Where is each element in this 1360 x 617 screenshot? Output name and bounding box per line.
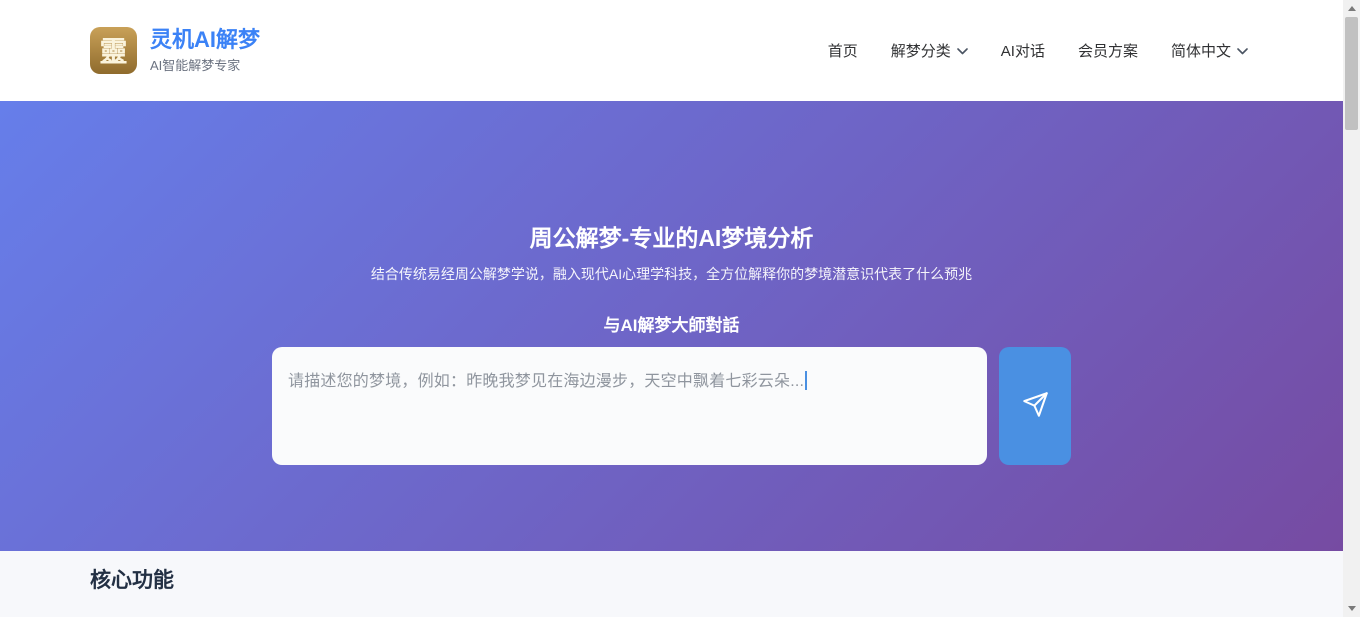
input-placeholder: 请描述您的梦境，例如：昨晚我梦见在海边漫步，天空中飘着七彩云朵... [288, 373, 804, 390]
nav-item-membership[interactable]: 会员方案 [1078, 40, 1138, 61]
nav-item-home[interactable]: 首页 [828, 40, 858, 61]
brand[interactable]: 靈 灵机AI解梦 AI智能解梦专家 [90, 27, 260, 74]
chevron-down-icon [1237, 48, 1248, 55]
hero-subtitle: 结合传统易经周公解梦学说，融入现代AI心理学科技，全方位解释你的梦境潜意识代表了… [0, 267, 1343, 281]
hero-title: 周公解梦-专业的AI梦境分析 [0, 227, 1343, 250]
text-caret [805, 371, 807, 390]
brand-subtitle: AI智能解梦专家 [150, 55, 260, 74]
chevron-down-icon [957, 48, 968, 55]
site-header: 靈 灵机AI解梦 AI智能解梦专家 首页 解梦分类 AI对话 会员方案 [0, 0, 1343, 101]
paper-plane-icon [1022, 391, 1049, 421]
features-section-title: 核心功能 [90, 564, 1343, 594]
nav-item-dream-categories[interactable]: 解梦分类 [891, 40, 968, 61]
brand-logo-icon: 靈 [90, 27, 137, 74]
chat-section-label: 与AI解梦大師對話 [0, 317, 1343, 334]
main-nav: 首页 解梦分类 AI对话 会员方案 简体中文 [828, 40, 1248, 61]
nav-item-label: 首页 [828, 40, 858, 61]
hero-section: 周公解梦-专业的AI梦境分析 结合传统易经周公解梦学说，融入现代AI心理学科技，… [0, 101, 1343, 551]
nav-item-label: 会员方案 [1078, 40, 1138, 61]
dream-input-row: 请描述您的梦境，例如：昨晚我梦见在海边漫步，天空中飘着七彩云朵... [0, 347, 1343, 465]
scrollbar-down-arrow[interactable] [1343, 600, 1360, 617]
brand-text: 灵机AI解梦 AI智能解梦专家 [150, 27, 260, 74]
nav-item-label: 简体中文 [1171, 40, 1231, 61]
scrollbar-up-arrow[interactable] [1343, 0, 1360, 17]
dream-description-input[interactable]: 请描述您的梦境，例如：昨晚我梦见在海边漫步，天空中飘着七彩云朵... [272, 347, 987, 465]
page-scrollbar[interactable] [1343, 0, 1360, 617]
scrollbar-thumb[interactable] [1345, 17, 1358, 130]
send-button[interactable] [999, 347, 1071, 465]
nav-item-ai-chat[interactable]: AI对话 [1001, 40, 1045, 61]
nav-item-language-selector[interactable]: 简体中文 [1171, 40, 1248, 61]
brand-title: 灵机AI解梦 [150, 27, 260, 52]
nav-item-label: 解梦分类 [891, 40, 951, 61]
features-section: 核心功能 [0, 551, 1343, 617]
nav-item-label: AI对话 [1001, 40, 1045, 61]
page: 靈 灵机AI解梦 AI智能解梦专家 首页 解梦分类 AI对话 会员方案 [0, 0, 1343, 617]
